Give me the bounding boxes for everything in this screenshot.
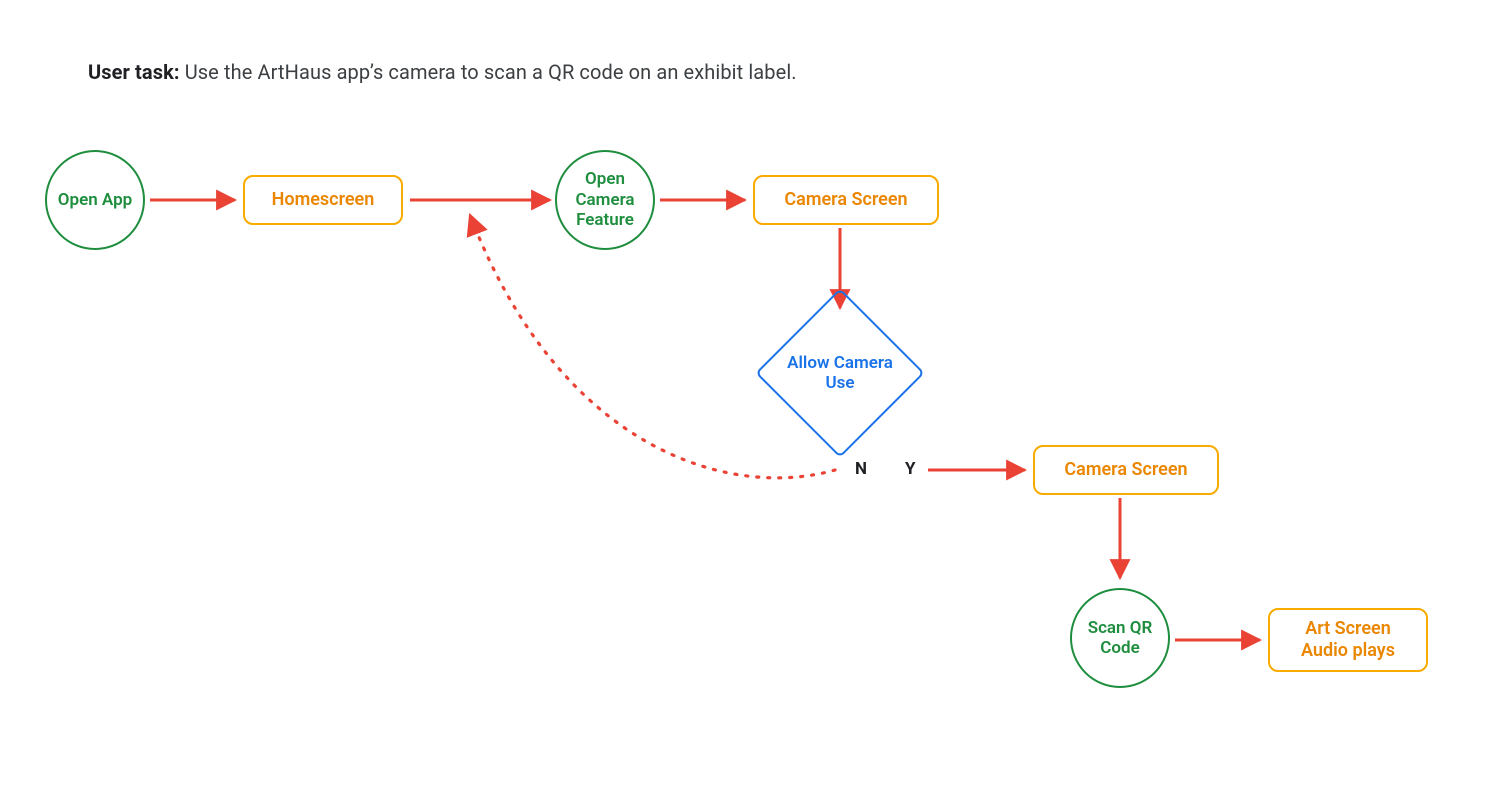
node-allow-camera-use-label: Allow Camera Use xyxy=(780,313,900,433)
node-allow-camera-use: Allow Camera Use xyxy=(780,313,900,433)
node-art-screen-audio: Art Screen Audio plays xyxy=(1268,608,1428,672)
node-open-app: Open App xyxy=(45,150,145,250)
task-label: User task: xyxy=(88,60,180,84)
task-text: Use the ArtHaus app’s camera to scan a Q… xyxy=(185,60,797,84)
node-camera-screen-1-label: Camera Screen xyxy=(784,189,907,211)
node-open-camera-feature-label: Open Camera Feature xyxy=(557,169,653,230)
node-scan-qr-code-label: Scan QR Code xyxy=(1072,618,1168,659)
diagram-canvas: User task: Use the ArtHaus app’s camera … xyxy=(0,0,1500,790)
node-camera-screen-1: Camera Screen xyxy=(753,175,939,225)
node-open-camera-feature: Open Camera Feature xyxy=(555,150,655,250)
node-homescreen: Homescreen xyxy=(243,175,403,225)
node-camera-screen-2-label: Camera Screen xyxy=(1064,459,1187,481)
branch-no: N xyxy=(855,459,867,479)
task-line: User task: Use the ArtHaus app’s camera … xyxy=(88,60,797,84)
node-open-app-label: Open App xyxy=(58,190,132,210)
branch-yes: Y xyxy=(905,459,916,479)
node-art-screen-audio-label: Art Screen Audio plays xyxy=(1288,618,1408,661)
node-homescreen-label: Homescreen xyxy=(272,189,375,211)
node-scan-qr-code: Scan QR Code xyxy=(1070,588,1170,688)
node-camera-screen-2: Camera Screen xyxy=(1033,445,1219,495)
